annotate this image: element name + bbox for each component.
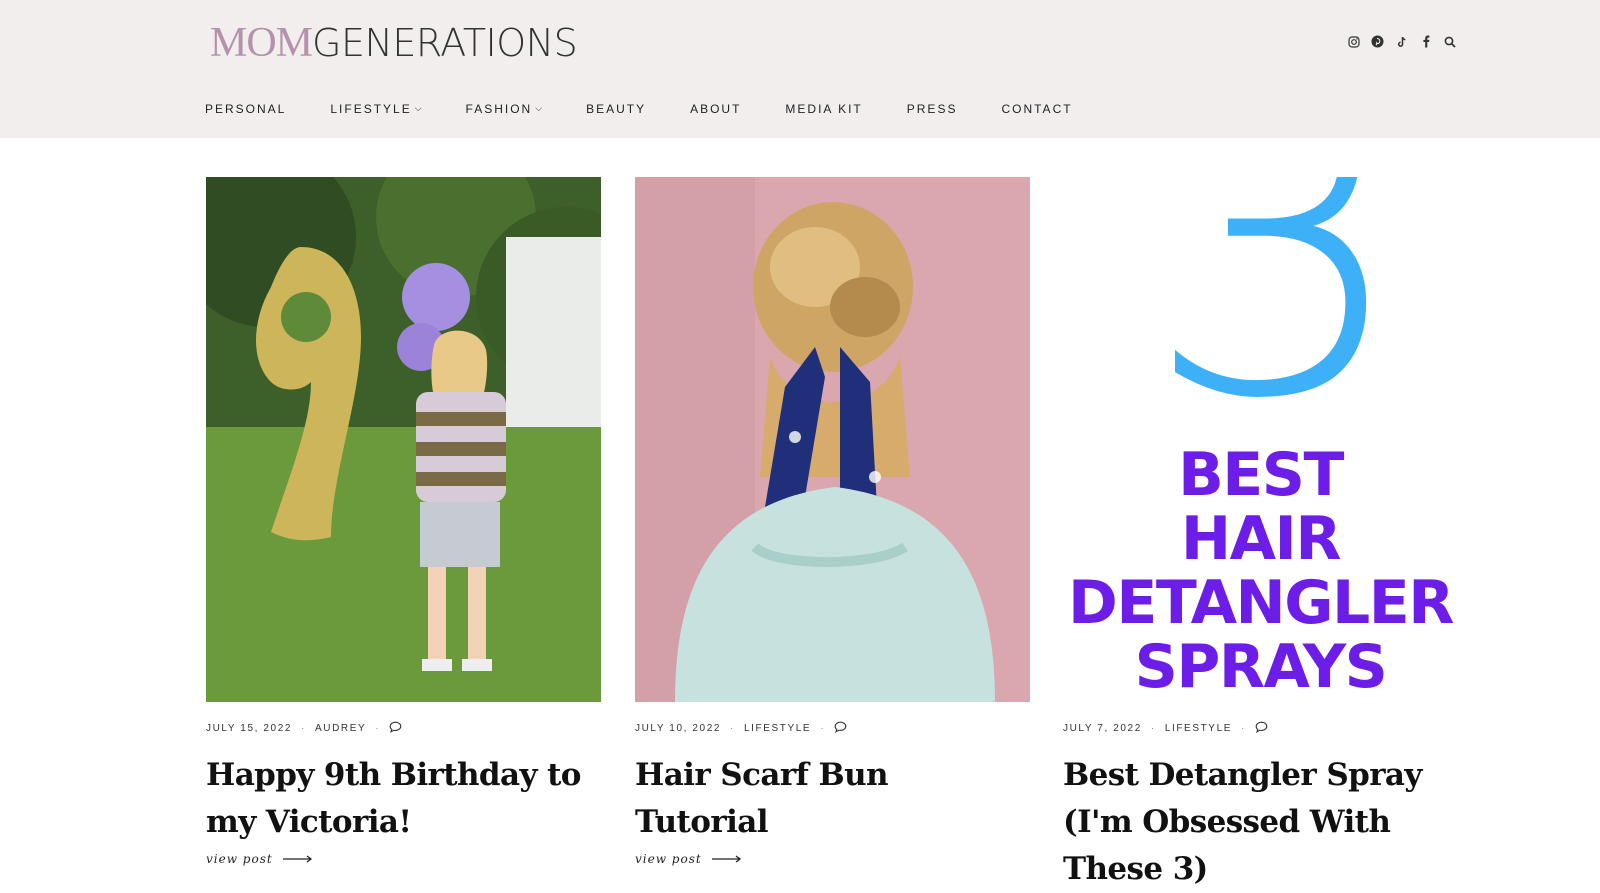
chevron-down-icon: ⌵ <box>535 102 543 113</box>
post-title[interactable]: Best Detangler Spray (I'm Obsessed With … <box>1063 752 1458 893</box>
meta-separator: · <box>820 723 826 734</box>
nav-about[interactable]: ABOUT <box>690 102 741 116</box>
meta-separator: · <box>301 723 306 734</box>
graphic-line: HAIR <box>1180 504 1342 574</box>
pinterest-icon[interactable] <box>1370 34 1385 49</box>
post-card: JULY 10, 2022 · LIFESTYLE · Hair Scarf B… <box>635 177 1030 866</box>
post-thumbnail-hair-scarf[interactable] <box>635 177 1030 702</box>
arrow-right-icon <box>282 852 313 866</box>
graphic-line: DETANGLER <box>1068 568 1454 638</box>
arrow-right-icon <box>711 852 742 866</box>
nav-fashion-label: FASHION <box>465 102 533 116</box>
social-icons <box>1346 34 1457 49</box>
post-card: JULY 15, 2022 · AUDREY · Happy 9th Birth… <box>206 177 601 866</box>
logo-mom: MOM <box>210 20 313 66</box>
nav-beauty[interactable]: BEAUTY <box>586 102 646 116</box>
post-meta: JULY 15, 2022 · AUDREY · <box>206 721 601 736</box>
nav-contact-label: CONTACT <box>1001 102 1073 116</box>
post-thumbnail-birthday[interactable] <box>206 177 601 702</box>
post-date: JULY 10, 2022 <box>635 723 722 734</box>
graphic-text: BEST HAIR DETANGLER SPRAYS <box>1063 443 1458 699</box>
nav-contact[interactable]: CONTACT <box>1001 102 1072 116</box>
post-thumbnail-detangler[interactable]: 3 BEST HAIR DETANGLER SPRAYS <box>1063 177 1458 702</box>
meta-separator: · <box>1150 723 1156 734</box>
logo-generations: GENERATIONS <box>312 21 578 65</box>
nav-media-kit[interactable]: MEDIA KIT <box>785 102 862 116</box>
facebook-icon[interactable] <box>1418 34 1433 49</box>
nav-beauty-label: BEAUTY <box>586 102 647 116</box>
comment-icon[interactable] <box>834 721 847 736</box>
post-category[interactable]: LIFESTYLE <box>1165 723 1232 734</box>
post-meta: JULY 10, 2022 · LIFESTYLE · <box>635 721 1030 736</box>
nav-personal-label: PERSONAL <box>205 102 287 116</box>
nav-press-label: PRESS <box>906 102 958 116</box>
main-nav: PERSONAL LIFESTYLE ⌵ FASHION ⌵ BEAUTY ABOU… <box>205 102 1117 116</box>
nav-fashion[interactable]: FASHION ⌵ <box>466 102 543 116</box>
tiktok-icon[interactable] <box>1394 34 1409 49</box>
view-post-label: view post <box>206 852 273 866</box>
post-meta: JULY 7, 2022 · LIFESTYLE · <box>1063 721 1458 736</box>
post-date: JULY 7, 2022 <box>1063 723 1142 734</box>
site-header: MOMGENERATIONS PERSONAL LIFESTYLE ⌵ FASHI… <box>0 0 1600 138</box>
post-title[interactable]: Hair Scarf Bun Tutorial <box>635 752 1030 846</box>
meta-separator: · <box>730 723 735 734</box>
meta-separator: · <box>375 723 381 734</box>
nav-lifestyle-label: LIFESTYLE <box>330 102 412 116</box>
post-card: 3 BEST HAIR DETANGLER SPRAYS JULY 7, 202… <box>1063 177 1458 893</box>
view-post-link[interactable]: view post <box>635 852 1030 866</box>
graphic-line: SPRAYS <box>1134 632 1388 702</box>
nav-lifestyle[interactable]: LIFESTYLE ⌵ <box>330 102 421 116</box>
post-category[interactable]: AUDREY <box>315 723 366 734</box>
site-logo[interactable]: MOMGENERATIONS <box>210 20 578 66</box>
comment-icon[interactable] <box>389 721 402 736</box>
chevron-down-icon: ⌵ <box>414 102 422 113</box>
view-post-link[interactable]: view post <box>206 852 601 866</box>
nav-media-kit-label: MEDIA KIT <box>785 102 863 116</box>
search-icon[interactable] <box>1442 34 1457 49</box>
graphic-line: BEST <box>1178 440 1344 510</box>
post-category[interactable]: LIFESTYLE <box>744 723 811 734</box>
nav-press[interactable]: PRESS <box>907 102 958 116</box>
meta-separator: · <box>1241 723 1246 734</box>
view-post-label: view post <box>635 852 702 866</box>
graphic-number: 3 <box>1143 177 1411 491</box>
nav-personal[interactable]: PERSONAL <box>205 102 286 116</box>
instagram-icon[interactable] <box>1346 34 1361 49</box>
comment-icon[interactable] <box>1255 721 1268 736</box>
post-date: JULY 15, 2022 <box>206 723 293 734</box>
nav-about-label: ABOUT <box>690 102 742 116</box>
post-title[interactable]: Happy 9th Birthday to my Victoria! <box>206 752 601 846</box>
